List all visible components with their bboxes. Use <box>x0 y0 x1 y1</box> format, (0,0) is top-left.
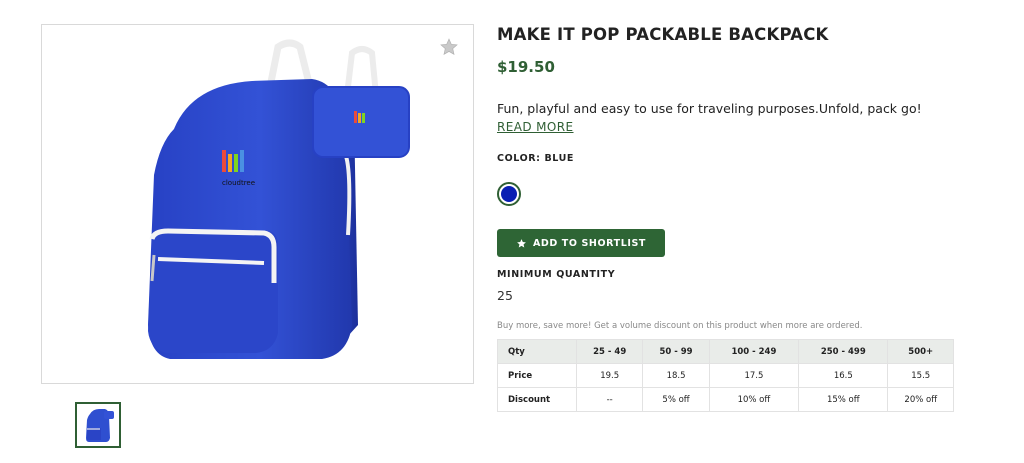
add-to-shortlist-button[interactable]: ADD TO SHORTLIST <box>497 229 665 257</box>
table-cell: -- <box>575 387 644 412</box>
table-header-cell: 100 - 249 <box>708 339 800 364</box>
table-header-cell: 50 - 99 <box>642 339 710 364</box>
table-row: Price 19.5 18.5 17.5 16.5 15.5 <box>497 363 954 388</box>
minimum-quantity-label: MINIMUM QUANTITY <box>497 269 616 280</box>
table-cell: 18.5 <box>642 363 710 388</box>
table-cell: 10% off <box>708 387 800 412</box>
product-image-main[interactable]: cloudtree <box>41 24 474 384</box>
table-header-cell: 500+ <box>887 339 954 364</box>
table-cell: 16.5 <box>798 363 889 388</box>
table-row: Discount -- 5% off 10% off 15% off 20% o… <box>497 387 954 412</box>
product-title: MAKE IT POP PACKABLE BACKPACK <box>497 25 829 44</box>
volume-discount-note: Buy more, save more! Get a volume discou… <box>497 321 863 331</box>
star-icon[interactable] <box>439 37 459 57</box>
table-cell: 15.5 <box>887 363 954 388</box>
table-cell: 15% off <box>798 387 889 412</box>
color-swatch-blue[interactable] <box>497 182 521 206</box>
logo-text: cloudtree <box>222 179 255 187</box>
table-header-cell: 250 - 499 <box>798 339 889 364</box>
table-header-cell: Qty <box>497 339 577 364</box>
table-cell: 5% off <box>642 387 710 412</box>
table-cell: Price <box>497 363 577 388</box>
product-price: $19.50 <box>497 58 555 76</box>
backpack-image: cloudtree <box>148 39 410 359</box>
color-label: COLOR: BLUE <box>497 153 575 164</box>
volume-discount-table: Qty 25 - 49 50 - 99 100 - 249 250 - 499 … <box>497 339 954 412</box>
product-description: Fun, playful and easy to use for traveli… <box>497 101 922 116</box>
table-header-cell: 25 - 49 <box>575 339 644 364</box>
table-header-row: Qty 25 - 49 50 - 99 100 - 249 250 - 499 … <box>497 339 954 364</box>
table-cell: Discount <box>497 387 577 412</box>
backpack-thumbnail-image <box>86 409 114 442</box>
star-icon <box>517 238 526 248</box>
table-cell: 20% off <box>887 387 954 412</box>
read-more-link[interactable]: READ MORE <box>497 120 574 134</box>
table-cell: 19.5 <box>575 363 644 388</box>
add-to-shortlist-label: ADD TO SHORTLIST <box>532 237 647 249</box>
color-swatch-dot <box>501 186 517 202</box>
product-thumbnail[interactable] <box>75 402 121 448</box>
table-cell: 17.5 <box>708 363 800 388</box>
minimum-quantity-value: 25 <box>497 288 513 303</box>
